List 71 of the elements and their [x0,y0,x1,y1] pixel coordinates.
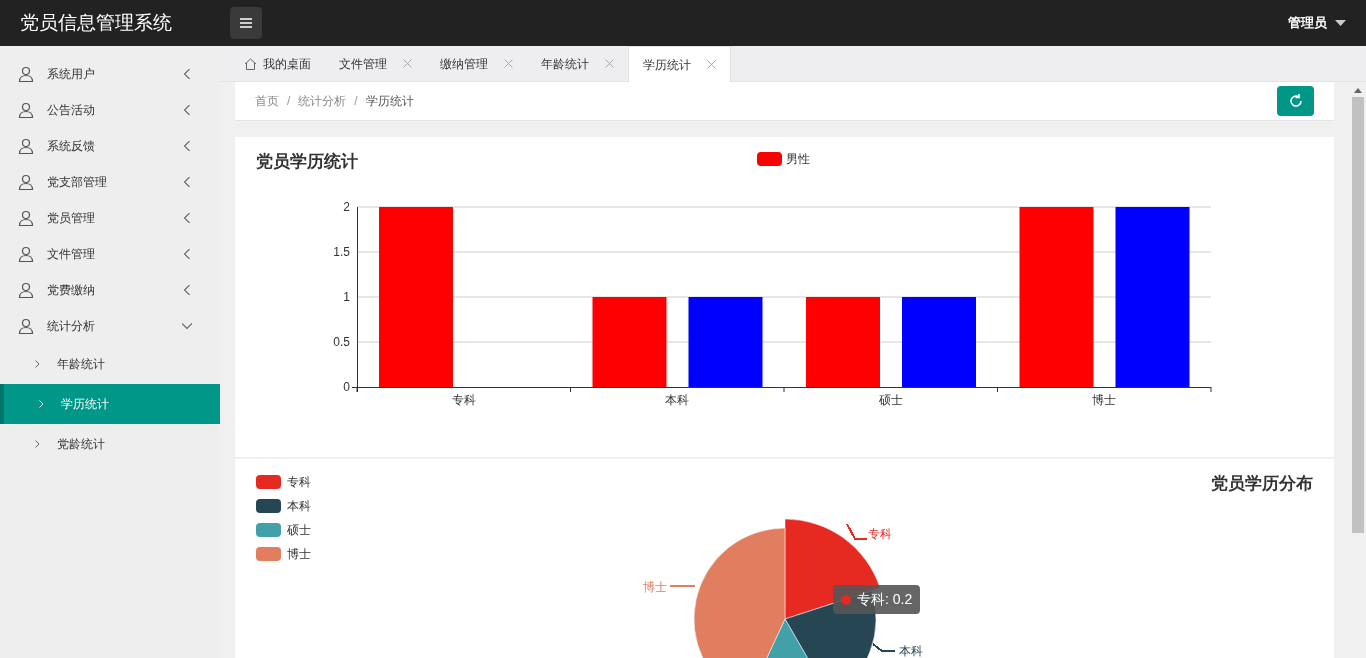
sidebar-item[interactable]: 统计分析 [0,308,220,344]
slice-label: 本科 [899,643,923,658]
chevron-right-icon [35,440,40,448]
axis-category-label: 专科 [451,393,476,407]
sidebar-item[interactable]: 党支部管理 [0,164,220,200]
sidebar-item[interactable]: 文件管理 [0,236,220,272]
home-icon [244,57,257,70]
menu-toggle-button[interactable] [230,7,262,39]
user-icon [18,102,34,118]
sidebar-subitem[interactable]: 年龄统计 [0,344,220,384]
legend-label[interactable]: 专科 [287,473,311,491]
tab[interactable]: 年龄统计 [527,46,628,81]
axis-category-label: 本科 [665,393,690,407]
chart-title: 党员学历分布 [1211,473,1313,495]
user-icon [18,282,34,298]
tab[interactable]: 缴纳管理 [426,46,527,81]
sidebar-subitem[interactable]: 党龄统计 [0,424,220,464]
sidebar-item[interactable]: 党费缴纳 [0,272,220,308]
breadcrumb-link[interactable]: 统计分析 [298,92,347,110]
legend-swatch[interactable] [256,547,281,561]
user-icon [18,66,34,82]
user-icon [18,210,34,226]
slice-label: 专科 [868,526,892,543]
caret-icon [1335,20,1346,26]
legend-label[interactable]: 硕士 [287,521,311,539]
close-icon[interactable] [403,59,412,68]
tab[interactable]: 学历统计 [628,46,731,82]
legend-swatch[interactable] [256,523,281,537]
breadcrumb-separator: / [287,93,291,110]
scrollbar-thumb[interactable] [1352,97,1364,533]
scroll-up-icon[interactable] [1354,88,1362,93]
chart-tooltip: 专科: 0.2 [833,585,921,614]
tab[interactable]: 我的桌面 [230,46,325,81]
slice-label: 博士 [643,579,667,596]
sidebar-item[interactable]: 系统反馈 [0,128,220,164]
user-icon [18,246,34,262]
user-icon [18,318,34,334]
chevron-right-icon [35,360,40,368]
breadcrumb-separator: / [354,93,358,110]
breadcrumb-link[interactable]: 首页 [255,92,279,110]
user-menu[interactable]: 管理员 [1288,13,1346,33]
sidebar-item[interactable]: 系统用户 [0,56,220,92]
sidebar-item[interactable]: 公告活动 [0,92,220,128]
chevron-right-icon [39,400,44,408]
user-icon [18,174,34,190]
axis-category-label: 硕士 [878,393,903,407]
legend-swatch[interactable] [757,152,782,166]
axis-category-label: 博士 [1092,393,1117,407]
legend-swatch[interactable] [256,475,281,489]
axis-tick-label: 0.5 [333,335,350,349]
refresh-icon [1287,93,1304,109]
sidebar-subitem[interactable]: 学历统计 [0,384,220,424]
close-icon[interactable] [605,59,614,68]
close-icon[interactable] [707,60,716,69]
legend-swatch[interactable] [256,499,281,513]
legend-label[interactable]: 本科 [287,497,311,515]
menu-icon [239,18,253,28]
legend-label[interactable]: 男性 [786,150,810,168]
breadcrumb-link[interactable]: 学历统计 [365,92,414,110]
tab[interactable]: 文件管理 [325,46,426,81]
user-icon [18,138,34,154]
axis-tick-label: 0 [343,380,350,394]
axis-tick-label: 2 [343,200,350,214]
app-title: 党员信息管理系统 [19,10,173,35]
chart-title: 党员学历统计 [256,151,358,173]
sidebar-item[interactable]: 党员管理 [0,200,220,236]
refresh-button[interactable] [1277,86,1314,116]
close-icon[interactable] [504,59,513,68]
axis-tick-label: 1.5 [333,245,350,259]
legend-label[interactable]: 博士 [287,545,311,563]
axis-tick-label: 1 [343,290,350,304]
